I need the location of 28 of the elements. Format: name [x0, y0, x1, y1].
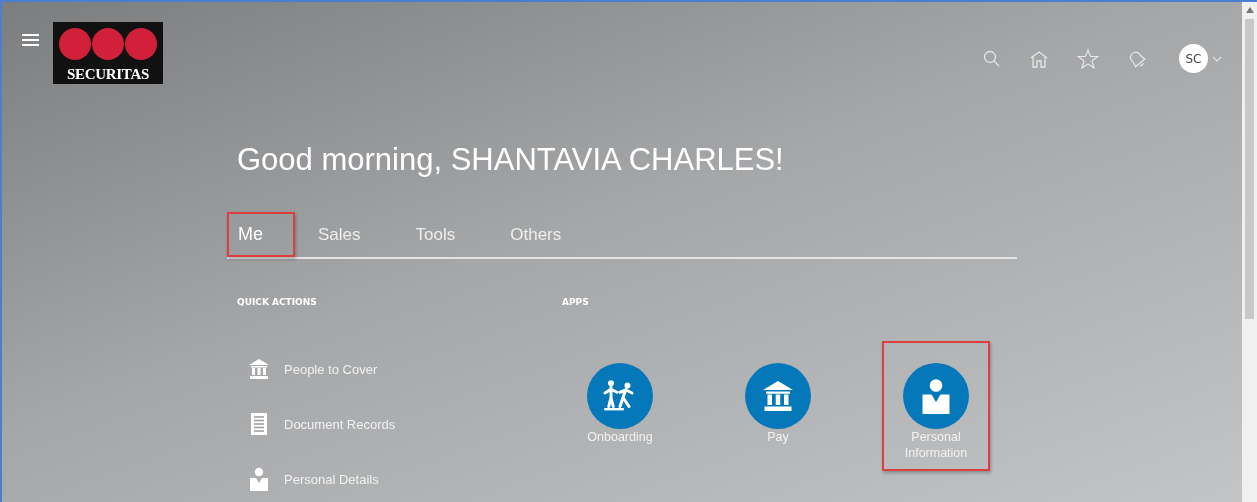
- tab[interactable]: Others: [499, 212, 594, 257]
- scrollbar[interactable]: [1242, 2, 1257, 502]
- app-tile[interactable]: Personal Information: [882, 341, 990, 471]
- app-label: Pay: [766, 429, 790, 445]
- app-tile[interactable]: Onboarding: [566, 341, 674, 471]
- quick-action-link[interactable]: People to Cover: [284, 361, 378, 377]
- search-icon[interactable]: [983, 49, 1001, 68]
- tab[interactable]: Sales: [307, 212, 393, 257]
- quick-action-person-icon: [247, 467, 271, 491]
- quick-action-bank-icon: [247, 357, 271, 381]
- tab[interactable]: Me: [227, 212, 295, 257]
- scrollbar-thumb[interactable]: [1245, 19, 1254, 319]
- greeting-heading: Good morning, SHANTAVIA CHARLES!: [237, 142, 785, 178]
- chevron-down-icon[interactable]: [1212, 55, 1222, 62]
- quick-action-link[interactable]: Personal Details: [284, 471, 379, 487]
- scroll-up-icon[interactable]: [1245, 7, 1254, 13]
- logo-text: SECURITAS: [66, 66, 150, 83]
- section-heading: QUICK ACTIONS: [237, 297, 318, 307]
- star-icon[interactable]: [1077, 48, 1099, 69]
- app-label: Onboarding: [586, 429, 654, 445]
- home-icon[interactable]: [1029, 49, 1049, 68]
- menu-icon[interactable]: [22, 34, 39, 46]
- app-tile[interactable]: Pay: [724, 341, 832, 471]
- user-avatar[interactable]: SC: [1179, 44, 1208, 73]
- app-label: Personal Information: [903, 429, 969, 461]
- section-heading: APPS: [562, 297, 590, 307]
- quick-action-link[interactable]: Document Records: [284, 416, 396, 432]
- tab[interactable]: Tools: [404, 212, 488, 257]
